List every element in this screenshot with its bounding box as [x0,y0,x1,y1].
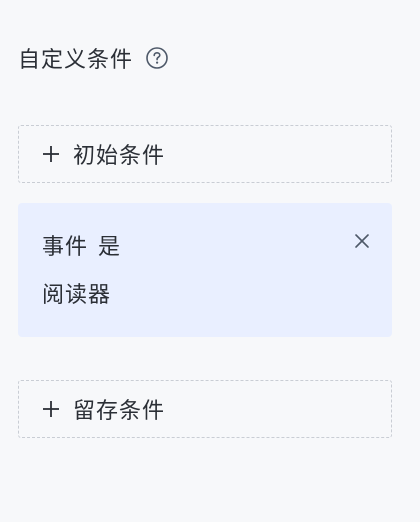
add-initial-condition-label: 初始条件 [73,144,166,169]
condition-value: 阅读器 [42,283,112,308]
add-retain-condition-label: 留存条件 [73,399,166,424]
operator-label: 是 [98,235,122,260]
question-circle-icon[interactable] [145,46,169,70]
plus-icon [41,144,61,164]
condition-rule: 事件 是 [42,229,121,261]
plus-icon [41,399,61,419]
add-initial-condition-button[interactable]: 初始条件 [18,125,392,183]
event-label: 事件 [42,235,89,260]
custom-condition-header: 自定义条件 [18,40,169,76]
close-icon[interactable] [352,231,372,251]
condition-card[interactable]: 事件 是 阅读器 [18,203,392,337]
page-title: 自定义条件 [18,48,134,73]
add-retain-condition-button[interactable]: 留存条件 [18,380,392,438]
